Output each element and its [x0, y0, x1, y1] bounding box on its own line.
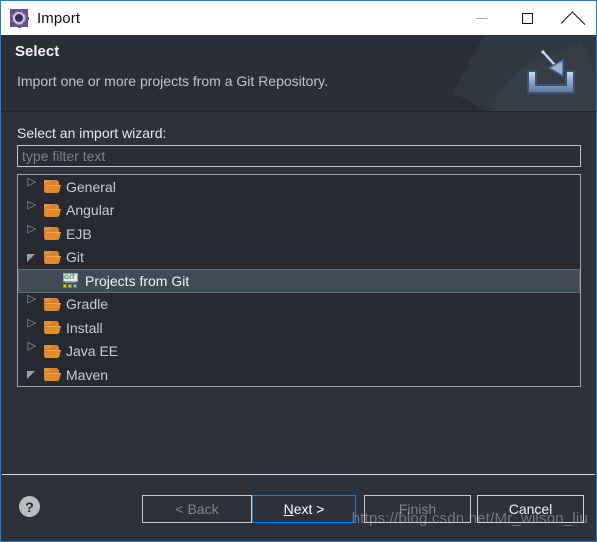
close-button[interactable] — [550, 1, 596, 35]
tree-item-angular[interactable]: Angular — [18, 199, 580, 223]
chevron-down-icon[interactable] — [18, 253, 44, 262]
wizard-banner: Select Import one or more projects from … — [1, 35, 596, 112]
next-label-rest: ext > — [293, 501, 325, 517]
window-title: Import — [37, 9, 81, 27]
import-wizard-tree[interactable]: General Angular EJB Git — [17, 174, 581, 387]
chevron-right-icon[interactable] — [18, 294, 44, 308]
minimize-button[interactable] — [458, 1, 504, 35]
tree-item-label: Angular — [66, 202, 115, 219]
tree-item-general[interactable]: General — [18, 175, 580, 199]
tree-item-label: Projects from Git — [85, 272, 190, 289]
close-icon — [560, 10, 586, 25]
wizard-page: Select an import wizard: General Angular… — [1, 112, 596, 475]
chevron-right-icon[interactable] — [18, 177, 44, 191]
tree-item-label: Gradle — [66, 296, 109, 313]
tree-item-install[interactable]: Install — [18, 316, 580, 340]
tree-item-label: Java EE — [66, 343, 119, 360]
folder-icon — [44, 321, 61, 335]
tree-item-maven[interactable]: Maven — [18, 363, 580, 386]
tree-item-java-ee[interactable]: Java EE — [18, 340, 580, 364]
title-bar[interactable]: Import — [1, 1, 596, 35]
maximize-icon — [521, 12, 533, 24]
folder-icon — [44, 180, 61, 194]
banner-title: Select — [15, 43, 60, 60]
tree-item-label: Install — [66, 319, 103, 336]
folder-icon — [44, 227, 61, 241]
git-icon: GIT — [62, 272, 80, 289]
import-dialog-window: Import Select Import one or more project… — [0, 0, 597, 542]
folder-icon — [44, 297, 61, 311]
chevron-right-icon[interactable] — [18, 341, 44, 355]
chevron-right-icon[interactable] — [18, 224, 44, 238]
folder-icon — [44, 203, 61, 217]
next-button[interactable]: Next > — [252, 495, 356, 523]
dialog-button-bar: ? < Back Next > Finish Cancel https://bl… — [1, 475, 596, 541]
folder-icon — [44, 368, 61, 382]
chevron-right-icon[interactable] — [18, 318, 44, 332]
filter-input[interactable] — [17, 145, 581, 167]
window-controls — [458, 1, 596, 35]
tree-item-ejb[interactable]: EJB — [18, 222, 580, 246]
watermark-text: https://blog.csdn.net/Mr_wilson_liu — [351, 510, 588, 527]
tree-item-label: EJB — [66, 225, 92, 242]
tree-item-label: Maven — [66, 366, 109, 383]
folder-icon — [44, 344, 61, 358]
banner-subtitle: Import one or more projects from a Git R… — [17, 73, 328, 89]
folder-icon — [44, 250, 61, 264]
tree-item-label: Git — [66, 249, 84, 266]
tree-item-projects-from-git[interactable]: GIT Projects from Git — [18, 269, 580, 293]
tree-item-gradle[interactable]: Gradle — [18, 293, 580, 317]
eclipse-icon — [9, 8, 29, 28]
tree-item-label: General — [66, 178, 116, 195]
help-icon[interactable]: ? — [19, 496, 40, 517]
next-mnemonic: N — [283, 501, 294, 517]
chevron-right-icon[interactable] — [18, 200, 44, 214]
select-wizard-label: Select an import wizard: — [17, 125, 167, 141]
minimize-icon — [475, 17, 487, 19]
chevron-down-icon[interactable] — [18, 370, 44, 380]
back-button[interactable]: < Back — [142, 495, 252, 523]
import-tray-icon — [527, 50, 575, 94]
tree-item-git[interactable]: Git — [18, 246, 580, 270]
maximize-button[interactable] — [504, 1, 550, 35]
